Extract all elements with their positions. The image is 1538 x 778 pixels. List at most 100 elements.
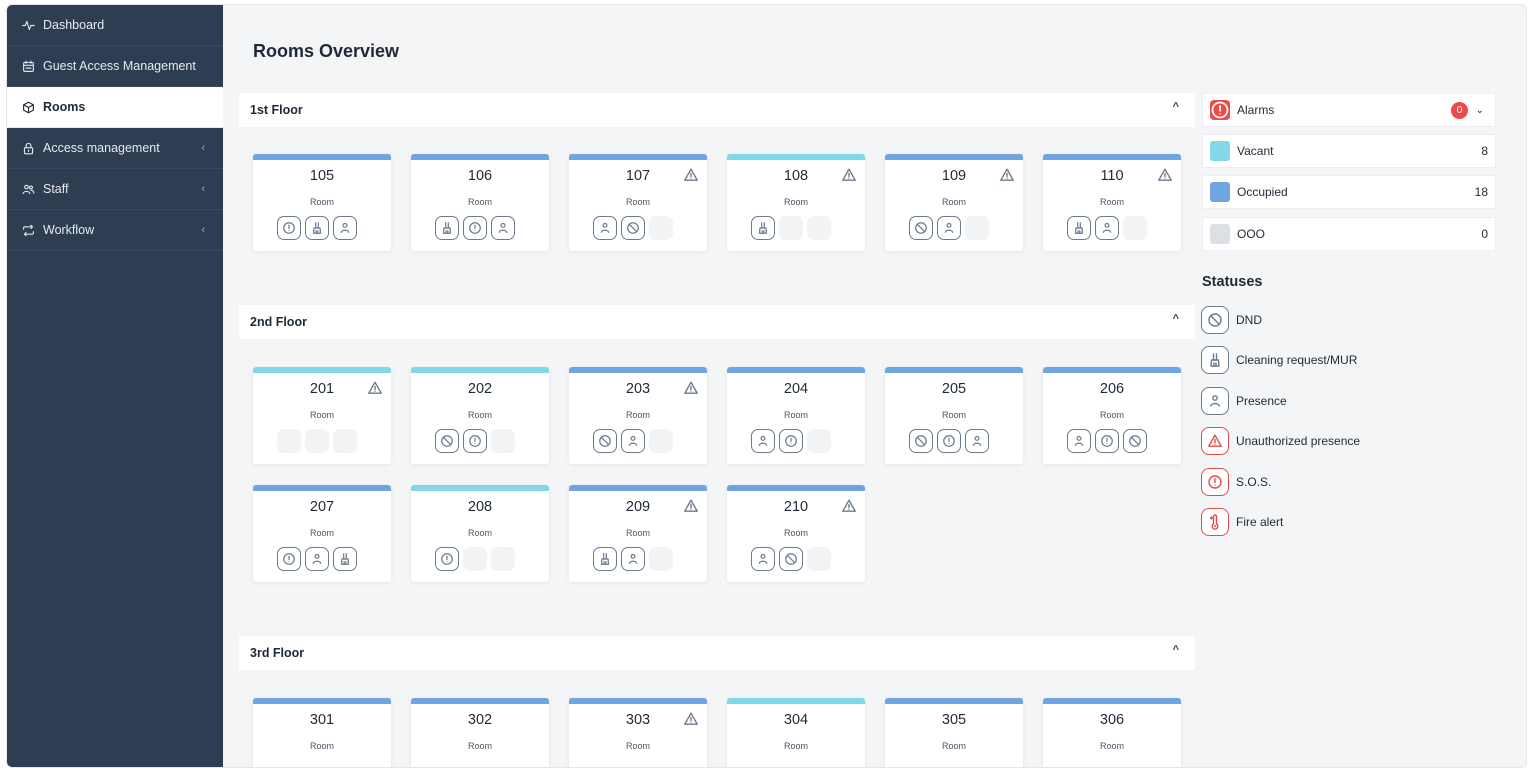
room-card[interactable]: 306 Room — [1043, 698, 1181, 767]
presence-icon — [621, 547, 645, 571]
room-card[interactable]: 205 Room — [885, 367, 1023, 464]
sidebar-item-dashboard[interactable]: Dashboard — [7, 5, 223, 46]
warning-icon — [683, 167, 699, 183]
occupancy-count: 0 — [1481, 227, 1488, 241]
sidebar-item-staff[interactable]: Staff ‹ — [7, 169, 223, 210]
room-label: Room — [783, 197, 808, 207]
status-label: Cleaning request/MUR — [1236, 353, 1358, 367]
status-legend-item: S.O.S. — [1201, 468, 1271, 496]
room-label: Room — [1099, 410, 1124, 420]
alarm-icon — [1210, 100, 1230, 120]
empty-slot — [491, 429, 515, 453]
room-number: 306 — [1099, 712, 1125, 728]
warning-icon — [841, 498, 857, 514]
collapse-chevron-icon[interactable]: ^ — [1173, 644, 1179, 656]
room-card[interactable]: 109 Room — [885, 154, 1023, 251]
color-swatch — [1210, 141, 1230, 161]
room-card[interactable]: 108 Room — [727, 154, 865, 251]
warning-icon — [683, 498, 699, 514]
room-card[interactable]: 107 Room — [569, 154, 707, 251]
floor-title: 1st Floor — [250, 103, 303, 117]
sos-icon — [277, 547, 301, 571]
warning-icon — [1157, 167, 1173, 183]
warning-icon — [683, 711, 699, 727]
sidebar-item-label: Rooms — [43, 100, 86, 114]
dnd-icon — [621, 216, 645, 240]
cleaning-icon — [1067, 216, 1091, 240]
empty-slot — [1123, 216, 1147, 240]
room-number: 106 — [467, 168, 493, 184]
room-status-icons — [1067, 216, 1147, 240]
sidebar-item-label: Access management — [43, 141, 160, 155]
status-label: Unauthorized presence — [1236, 434, 1361, 448]
status-legend-item: Unauthorized presence — [1201, 427, 1360, 455]
room-number: 301 — [309, 712, 335, 728]
occupancy-label: Occupied — [1237, 185, 1288, 199]
chevron-left-icon[interactable]: ‹ — [201, 142, 205, 154]
room-card[interactable]: 110 Room — [1043, 154, 1181, 251]
occupancy-occupied: Occupied 18 — [1202, 175, 1496, 209]
presence-icon — [593, 216, 617, 240]
collapse-chevron-icon[interactable]: ^ — [1173, 101, 1179, 113]
presence-icon — [965, 429, 989, 453]
sidebar-item-workflow[interactable]: Workflow ‹ — [7, 210, 223, 251]
sidebar-item-label: Workflow — [43, 223, 95, 237]
room-status-bar — [885, 367, 1023, 373]
sos-icon — [1095, 429, 1119, 453]
room-card[interactable]: 206 Room — [1043, 367, 1181, 464]
room-number: 207 — [309, 499, 335, 515]
floor-header: 3rd Floor ^ — [239, 636, 1195, 670]
sidebar-item-access-management[interactable]: Access management ‹ — [7, 128, 223, 169]
room-card[interactable]: 303 Room — [569, 698, 707, 767]
chevron-down-icon[interactable]: ⌄ — [1476, 105, 1484, 116]
room-card[interactable]: 209 Room — [569, 485, 707, 582]
occupancy-label: OOO — [1237, 227, 1266, 241]
room-label: Room — [1099, 197, 1124, 207]
room-card[interactable]: 106 Room — [411, 154, 549, 251]
room-card[interactable]: 304 Room — [727, 698, 865, 767]
sidebar-item-label: Guest Access Management — [43, 59, 196, 73]
room-card[interactable]: 202 Room — [411, 367, 549, 464]
room-card[interactable]: 105 Room — [253, 154, 391, 251]
room-card[interactable]: 210 Room — [727, 485, 865, 582]
room-status-bar — [411, 485, 549, 491]
room-card[interactable]: 208 Room — [411, 485, 549, 582]
sidebar-item-rooms[interactable]: Rooms — [7, 87, 223, 128]
room-card[interactable]: 301 Room — [253, 698, 391, 767]
room-card[interactable]: 201 Room — [253, 367, 391, 464]
chevron-left-icon[interactable]: ‹ — [201, 224, 205, 236]
chevron-left-icon[interactable]: ‹ — [201, 183, 205, 195]
room-status-icons — [593, 547, 673, 571]
room-status-icons — [1067, 429, 1147, 453]
room-number: 204 — [783, 381, 809, 397]
sos-icon — [1201, 468, 1229, 496]
dnd-icon — [909, 216, 933, 240]
room-card[interactable]: 204 Room — [727, 367, 865, 464]
room-label: Room — [625, 741, 650, 751]
users-icon — [22, 183, 35, 196]
repeat-icon — [22, 224, 35, 237]
alarms-dropdown[interactable]: Alarms 0 ⌄ — [1202, 93, 1496, 127]
color-swatch — [1210, 224, 1230, 244]
room-card[interactable]: 305 Room — [885, 698, 1023, 767]
room-label: Room — [625, 410, 650, 420]
room-card[interactable]: 203 Room — [569, 367, 707, 464]
alarms-label: Alarms — [1237, 103, 1275, 117]
room-status-icons — [593, 429, 673, 453]
room-status-bar — [569, 154, 707, 160]
dnd-icon — [909, 429, 933, 453]
room-status-icons — [751, 216, 831, 240]
room-status-bar — [885, 698, 1023, 704]
sidebar: Dashboard Guest Access Management Rooms Acc… — [7, 5, 223, 767]
collapse-chevron-icon[interactable]: ^ — [1173, 313, 1179, 325]
room-status-bar — [411, 154, 549, 160]
room-label: Room — [783, 528, 808, 538]
warning-icon — [841, 167, 857, 183]
cleaning-icon — [333, 547, 357, 571]
room-label: Room — [625, 528, 650, 538]
room-status-icons — [751, 429, 831, 453]
room-card[interactable]: 207 Room — [253, 485, 391, 582]
room-label: Room — [467, 197, 492, 207]
room-card[interactable]: 302 Room — [411, 698, 549, 767]
sidebar-item-guest-access-management[interactable]: Guest Access Management — [7, 46, 223, 87]
